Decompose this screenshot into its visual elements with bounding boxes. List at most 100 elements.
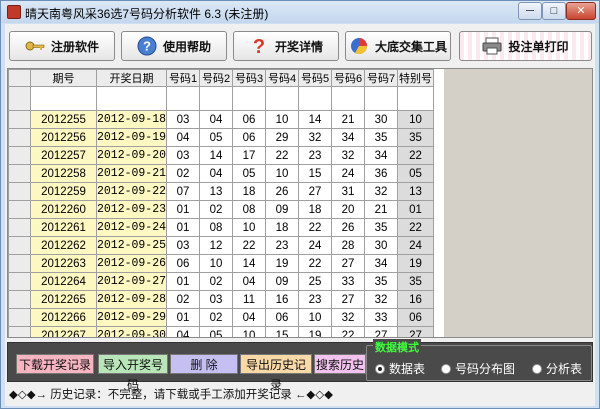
close-button[interactable]: ✕: [566, 2, 596, 20]
table-row[interactable]: 2012257 2012-09-20 03 14 17 22 23 32 34 22: [8, 146, 435, 165]
period-cell[interactable]: 2012266: [30, 308, 97, 327]
cell[interactable]: [298, 86, 333, 111]
view-option-distribution[interactable]: 号码分布图: [441, 360, 515, 377]
search-history-button[interactable]: 搜索历史: [314, 354, 366, 374]
row-header[interactable]: [8, 164, 31, 183]
number-cell[interactable]: 02: [199, 200, 234, 219]
number-cell[interactable]: 30: [364, 236, 399, 255]
number-cell[interactable]: 06: [232, 110, 267, 129]
number-cell[interactable]: 35: [364, 272, 399, 291]
cell[interactable]: [331, 86, 366, 111]
row-header[interactable]: [8, 110, 31, 129]
number-cell[interactable]: 17: [232, 146, 267, 165]
row-header[interactable]: [8, 254, 31, 273]
column-header[interactable]: 号码6: [331, 69, 366, 87]
view-option-analysis[interactable]: 分析表: [532, 360, 582, 377]
number-cell[interactable]: 22: [232, 236, 267, 255]
row-header[interactable]: [8, 182, 31, 201]
cell[interactable]: [397, 86, 435, 111]
date-cell[interactable]: 2012-09-22: [95, 182, 168, 201]
number-cell[interactable]: 02: [199, 272, 234, 291]
table-row[interactable]: 2012267 2012-09-30 04 05 10 15 19 22 27 27: [8, 326, 435, 337]
number-cell[interactable]: 21: [364, 200, 399, 219]
number-cell[interactable]: 13: [199, 182, 234, 201]
number-cell[interactable]: 27: [331, 290, 366, 309]
number-cell[interactable]: 05: [199, 128, 234, 147]
number-cell[interactable]: 03: [166, 110, 201, 129]
date-cell[interactable]: 2012-09-25: [95, 236, 168, 255]
number-cell[interactable]: 14: [298, 110, 333, 129]
number-cell[interactable]: 09: [265, 272, 300, 291]
number-cell[interactable]: 35: [364, 128, 399, 147]
period-cell[interactable]: 2012262: [30, 236, 97, 255]
number-cell[interactable]: 05: [232, 164, 267, 183]
register-button[interactable]: 注册软件: [9, 31, 115, 61]
blank-input-row[interactable]: [8, 86, 435, 111]
number-cell[interactable]: 18: [265, 218, 300, 237]
number-cell[interactable]: 10: [265, 164, 300, 183]
number-cell[interactable]: 15: [265, 326, 300, 337]
special-number-cell[interactable]: 35: [397, 128, 435, 147]
table-row[interactable]: 2012256 2012-09-19 04 05 06 29 32 34 35 35: [8, 128, 435, 147]
number-cell[interactable]: 23: [298, 146, 333, 165]
number-cell[interactable]: 19: [298, 326, 333, 337]
date-cell[interactable]: 2012-09-26: [95, 254, 168, 273]
number-cell[interactable]: 33: [364, 308, 399, 327]
number-cell[interactable]: 30: [364, 110, 399, 129]
number-cell[interactable]: 04: [232, 308, 267, 327]
special-number-cell[interactable]: 16: [397, 290, 435, 309]
number-cell[interactable]: 11: [232, 290, 267, 309]
number-cell[interactable]: 25: [298, 272, 333, 291]
number-cell[interactable]: 03: [199, 290, 234, 309]
number-cell[interactable]: 08: [199, 218, 234, 237]
print-button[interactable]: 投注单打印: [459, 31, 592, 61]
table-row[interactable]: 2012262 2012-09-25 03 12 22 23 24 28 30 24: [8, 236, 435, 255]
number-cell[interactable]: 02: [199, 308, 234, 327]
column-header[interactable]: 号码5: [298, 69, 333, 87]
special-number-cell[interactable]: 22: [397, 146, 435, 165]
special-number-cell[interactable]: 13: [397, 182, 435, 201]
table-row[interactable]: 2012261 2012-09-24 01 08 10 18 22 26 35 22: [8, 218, 435, 237]
download-records-button[interactable]: 下载开奖记录: [16, 354, 94, 374]
number-cell[interactable]: 24: [331, 164, 366, 183]
number-cell[interactable]: 02: [166, 164, 201, 183]
title-bar[interactable]: 晴天南粤风采36选7号码分析软件 6.3 (未注册) ─ □ ✕: [1, 1, 599, 23]
number-cell[interactable]: 14: [199, 146, 234, 165]
table-row[interactable]: 2012264 2012-09-27 01 02 04 09 25 33 35 35: [8, 272, 435, 291]
number-cell[interactable]: 27: [331, 254, 366, 273]
number-cell[interactable]: 24: [298, 236, 333, 255]
date-cell[interactable]: 2012-09-24: [95, 218, 168, 237]
date-cell[interactable]: 2012-09-28: [95, 290, 168, 309]
number-cell[interactable]: 18: [232, 182, 267, 201]
period-cell[interactable]: 2012256: [30, 128, 97, 147]
table-row[interactable]: 2012258 2012-09-21 02 04 05 10 15 24 36 05: [8, 164, 435, 183]
number-cell[interactable]: 06: [232, 128, 267, 147]
number-cell[interactable]: 32: [298, 128, 333, 147]
row-header[interactable]: [8, 146, 31, 165]
radio-icon[interactable]: [532, 363, 542, 374]
number-cell[interactable]: 28: [331, 236, 366, 255]
minimize-button[interactable]: ─: [518, 2, 542, 20]
number-cell[interactable]: 34: [364, 254, 399, 273]
number-cell[interactable]: 27: [298, 182, 333, 201]
number-cell[interactable]: 21: [331, 110, 366, 129]
special-number-cell[interactable]: 27: [397, 326, 435, 337]
number-cell[interactable]: 34: [364, 146, 399, 165]
period-cell[interactable]: 2012259: [30, 182, 97, 201]
column-header[interactable]: 期号: [30, 69, 97, 87]
special-number-cell[interactable]: 01: [397, 200, 435, 219]
maximize-button[interactable]: □: [542, 2, 566, 20]
number-cell[interactable]: 32: [331, 308, 366, 327]
draw-details-button[interactable]: ? 开奖详情: [233, 31, 339, 61]
row-header[interactable]: [8, 326, 31, 337]
cell[interactable]: [232, 86, 267, 111]
column-header[interactable]: 号码7: [364, 69, 399, 87]
number-cell[interactable]: 26: [265, 182, 300, 201]
date-cell[interactable]: 2012-09-23: [95, 200, 168, 219]
number-cell[interactable]: 18: [298, 200, 333, 219]
number-cell[interactable]: 10: [232, 218, 267, 237]
row-header[interactable]: [8, 200, 31, 219]
grid-viewport[interactable]: 期号 开奖日期 号码1 号码2 号码3 号码4 号码5 号码6 号码7 特别号 2012255 20…: [8, 69, 444, 337]
number-cell[interactable]: 04: [166, 326, 201, 337]
number-cell[interactable]: 12: [199, 236, 234, 255]
